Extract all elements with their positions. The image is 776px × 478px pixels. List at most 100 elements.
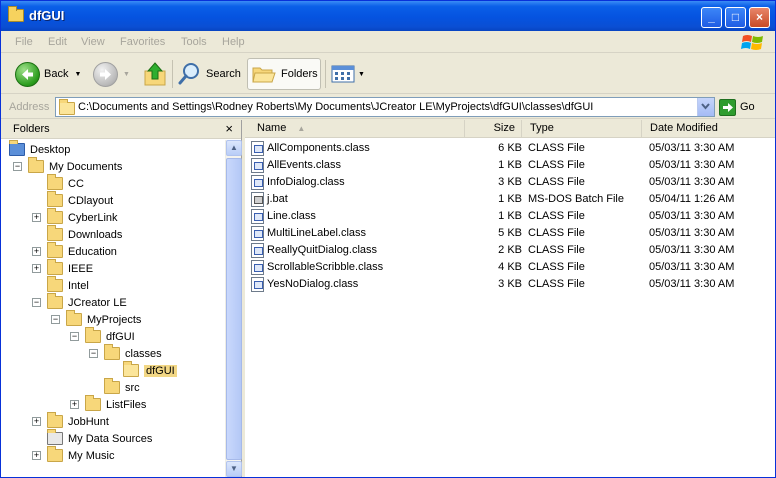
expand-icon[interactable]: + [32,417,41,426]
tree-item[interactable]: My Documents [28,157,122,175]
address-label: Address [9,101,50,113]
tree-item[interactable]: src [104,378,140,396]
search-icon [178,63,199,85]
file-row[interactable]: Line.class 1 KB CLASS File 05/03/11 3:30 AM [245,208,775,225]
tree-item[interactable]: My Music [47,446,114,464]
address-path[interactable]: C:\Documents and Settings\Rodney Roberts… [78,101,593,113]
file-size: 1 KB [498,159,522,171]
column-header-date[interactable]: Date Modified [642,120,775,138]
folder-icon [104,344,120,360]
class-file-icon [251,141,264,156]
views-dropdown-icon[interactable]: ▼ [358,71,365,78]
collapse-icon[interactable]: − [89,349,98,358]
tree-item[interactable]: dfGUI [85,327,135,345]
back-dropdown-icon[interactable]: ▼ [74,71,81,78]
expand-icon[interactable]: + [32,247,41,256]
tree-item[interactable]: Desktop [9,140,71,158]
folder-icon [66,310,82,326]
file-row[interactable]: AllEvents.class 1 KB CLASS File 05/03/11 3:… [245,157,775,174]
file-size: 3 KB [498,278,522,290]
scroll-up-button[interactable]: ▲ [226,140,242,156]
tree-item[interactable]: Downloads [47,225,122,243]
file-name: InfoDialog.class [267,176,345,188]
desktop-icon [9,140,25,156]
standard-toolbar: Back ▼ ▼ Search Folders ▼ [1,54,775,94]
menu-help[interactable]: Help [222,36,245,48]
tree-item[interactable]: dfGUI [123,361,177,379]
scroll-down-button[interactable]: ▼ [226,461,242,477]
folder-tree-scrollbar[interactable]: ▲ ▼ [225,140,242,477]
views-button[interactable]: ▼ [331,58,365,90]
folder-icon [8,6,24,22]
column-header-type[interactable]: Type [522,120,642,138]
file-date-modified: 05/03/11 3:30 AM [649,159,735,171]
folders-pane-close-button[interactable]: × [225,121,233,136]
tree-item[interactable]: classes [104,344,162,362]
column-header-size[interactable]: Size [465,120,522,138]
tree-item[interactable]: Education [47,242,117,260]
file-row[interactable]: MultiLineLabel.class 5 KB CLASS File 05/03/… [245,225,775,242]
tree-item[interactable]: CyberLink [47,208,118,226]
menu-file[interactable]: File [15,36,33,48]
file-list: Name ▲ Size Type Date Modified AllCompon… [245,120,775,477]
file-date-modified: 05/04/11 1:26 AM [649,193,735,205]
file-name: MultiLineLabel.class [267,227,367,239]
menu-edit[interactable]: Edit [48,36,67,48]
file-type: CLASS File [528,227,585,239]
class-file-icon [251,260,264,275]
forward-dropdown-icon[interactable]: ▼ [123,71,130,78]
title-bar[interactable]: dfGUI _ □ × [1,1,775,31]
file-size: 6 KB [498,142,522,154]
collapse-icon[interactable]: − [70,332,79,341]
menu-favorites[interactable]: Favorites [120,36,165,48]
tree-item[interactable]: IEEE [47,259,94,277]
file-size: 2 KB [498,244,522,256]
tree-item[interactable]: CC [47,174,84,192]
tree-item[interactable]: CDlayout [47,191,113,209]
back-button[interactable]: Back ▼ [15,58,81,90]
collapse-icon[interactable]: − [13,162,22,171]
folder-icon [47,208,63,224]
address-input[interactable]: C:\Documents and Settings\Rodney Roberts… [55,97,715,117]
expand-icon[interactable]: + [32,213,41,222]
expand-icon[interactable]: + [32,451,41,460]
file-row[interactable]: AllComponents.class 6 KB CLASS File 05/03/1… [245,140,775,157]
tree-item-label: IEEE [68,262,94,275]
collapse-icon[interactable]: − [51,315,60,324]
file-size: 1 KB [498,210,522,222]
tree-item[interactable]: MyProjects [66,310,141,328]
tree-item[interactable]: My Data Sources [47,429,152,447]
forward-button[interactable]: ▼ [93,58,130,90]
up-button[interactable] [143,58,167,90]
file-row[interactable]: InfoDialog.class 3 KB CLASS File 05/03/11 3… [245,174,775,191]
minimize-button[interactable]: _ [701,7,722,28]
go-button[interactable]: Go [719,98,771,116]
music-folder-icon [47,446,63,462]
tree-item[interactable]: JCreator LE [47,293,127,311]
menu-bar: File Edit View Favorites Tools Help [1,31,775,53]
maximize-button[interactable]: □ [725,7,746,28]
file-date-modified: 05/03/11 3:30 AM [649,227,735,239]
collapse-icon[interactable]: − [32,298,41,307]
file-row[interactable]: ScrollableScribble.class 4 KB CLASS File 05… [245,259,775,276]
menu-tools[interactable]: Tools [181,36,207,48]
search-button[interactable]: Search [177,58,241,90]
folders-button[interactable]: Folders [247,58,321,90]
address-dropdown-button[interactable] [697,98,714,116]
tree-item[interactable]: Intel [47,276,89,294]
menu-view[interactable]: View [81,36,105,48]
file-row[interactable]: j.bat 1 KB MS-DOS Batch File 05/04/11 1:26 … [245,191,775,208]
file-row[interactable]: ReallyQuitDialog.class 2 KB CLASS File 05/0… [245,242,775,259]
file-type: CLASS File [528,278,585,290]
expand-icon[interactable]: + [70,400,79,409]
folder-icon [47,412,63,428]
close-button[interactable]: × [749,7,770,28]
tree-item-label: Desktop [30,143,71,156]
expand-icon[interactable]: + [32,264,41,273]
file-date-modified: 05/03/11 3:30 AM [649,261,735,273]
tree-item[interactable]: ListFiles [85,395,146,413]
tree-item[interactable]: JobHunt [47,412,109,430]
column-header-name[interactable]: Name ▲ [245,120,465,138]
scroll-thumb[interactable] [226,158,242,460]
file-row[interactable]: YesNoDialog.class 3 KB CLASS File 05/03/11 … [245,276,775,293]
